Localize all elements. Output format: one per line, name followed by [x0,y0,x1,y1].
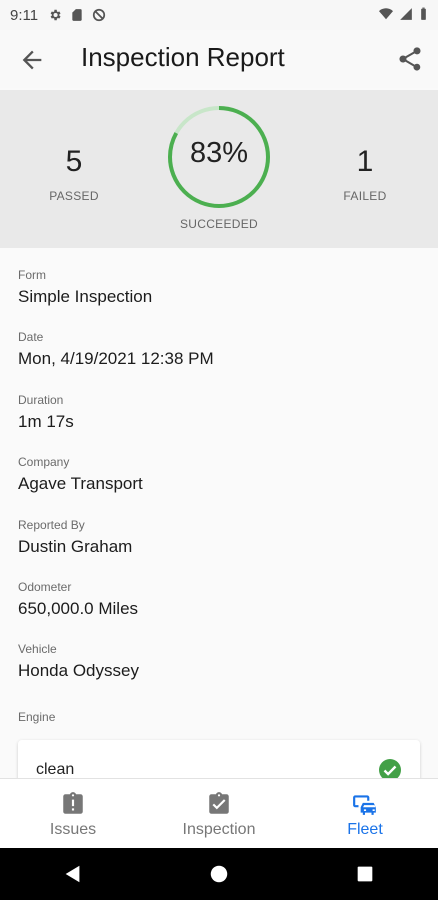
field-label: Vehicle [18,642,57,657]
field-label: Form [18,268,46,282]
recents-square-icon[interactable] [354,863,376,885]
nav-inspection[interactable]: Inspection [146,779,292,848]
failed-stat: 1 FAILED [305,145,425,203]
check-clipboard-icon [209,792,229,814]
page-title: Inspection Report [81,42,285,72]
passed-stat: 5 PASSED [14,145,134,203]
detail-odometer: Odometer 650,000.0 Miles [18,580,418,642]
report-details: Form Simple Inspection Date Mon, 4/19/20… [18,268,418,705]
share-icon[interactable] [396,45,424,73]
nav-issues-label: Issues [49,821,97,838]
failed-count: 1 [356,145,374,178]
passed-label: PASSED [49,189,99,203]
battery-icon [421,7,426,20]
back-triangle-icon[interactable] [62,863,84,885]
nav-fleet-label: Fleet [347,821,383,838]
field-label: Reported By [18,517,85,532]
detail-reported-by: Reported By Dustin Graham [18,518,418,580]
arrow-back-icon[interactable] [18,46,46,74]
detail-vehicle: Vehicle Honda Odyssey [18,642,418,704]
field-value: Simple Inspection [18,287,153,306]
alert-clipboard-icon [63,792,83,814]
nav-inspection-label: Inspection [182,821,256,838]
detail-date: Date Mon, 4/19/2021 12:38 PM [18,330,418,392]
field-value: Mon, 4/19/2021 12:38 PM [18,349,214,369]
detail-duration: Duration 1m 17s [18,393,418,455]
inspection-summary: 5 PASSED 83% SUCCEEDED 1 FAILED [0,90,438,248]
passed-count: 5 [65,145,83,178]
wifi-icon [379,8,393,20]
status-icons-right [379,7,428,21]
field-value: Honda Odyssey [18,661,139,681]
field-value: 1m 17s [18,411,74,431]
field-label: Company [18,455,70,470]
home-circle-icon[interactable] [208,863,230,885]
detail-form: Form Simple Inspection [18,268,418,330]
field-value: Dustin Graham [18,536,133,556]
status-time: 9:11 [10,6,39,24]
nav-fleet[interactable]: Fleet [292,779,438,848]
app-bar: Inspection Report [0,30,438,88]
field-label: Duration [18,392,64,407]
nav-issues[interactable]: Issues [0,779,146,848]
field-value: 650,000.0 Miles [18,598,139,618]
sd-card-icon [72,9,82,21]
field-label: Date [18,330,44,345]
system-navigation-bar [0,848,438,900]
vehicles-icon [353,795,376,815]
inspection-item-label: clean [36,761,75,778]
status-icons-left [48,8,106,22]
do-not-disturb-icon [92,8,106,22]
signal-icon [400,8,412,20]
gear-icon [50,9,61,21]
status-bar: 9:11 [0,0,438,30]
detail-company: Company Agave Transport [18,455,418,517]
score-label: SUCCEEDED [179,217,259,231]
score-value: 83% [189,137,249,169]
field-label: Odometer [18,579,72,594]
failed-label: FAILED [343,189,387,203]
field-value: Agave Transport [18,474,143,494]
engine-section-label: Engine [18,710,56,724]
bottom-navigation: Issues Inspection Fleet [0,778,438,848]
